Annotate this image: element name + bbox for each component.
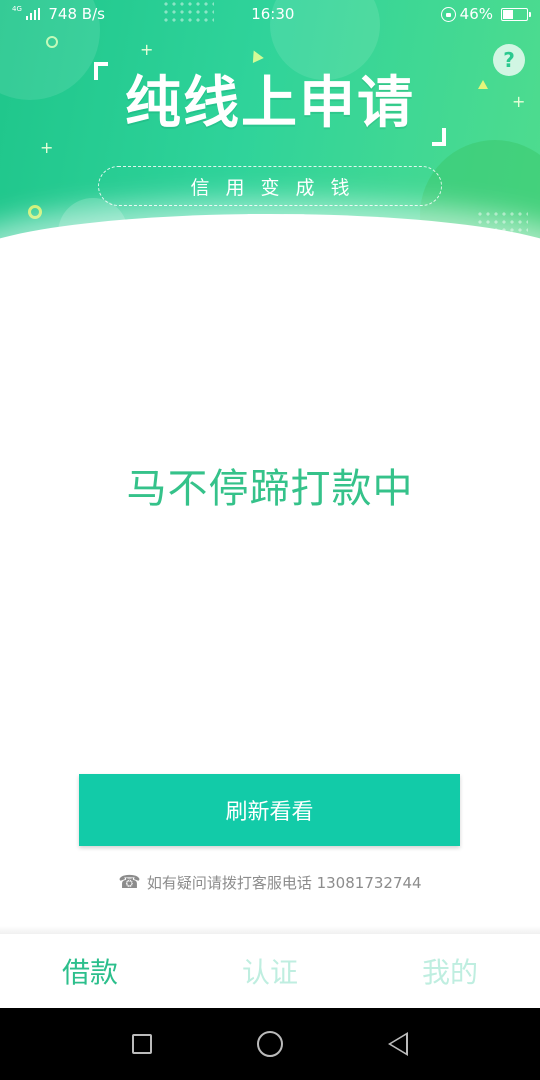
status-right: 46%	[440, 5, 531, 23]
status-left: 4G 748 B/s	[12, 5, 105, 23]
tab-verification[interactable]: 认证	[180, 951, 360, 991]
payout-status-message: 马不停蹄打款中	[126, 466, 414, 512]
decor-plus: +	[40, 138, 54, 157]
banner-tagline: 信用变成钱	[98, 166, 442, 206]
tab-loan[interactable]: 借款	[0, 951, 180, 991]
decor-ring	[28, 205, 42, 219]
refresh-button[interactable]: 刷新看看	[79, 774, 460, 846]
battery-fill	[503, 9, 514, 19]
tab-mine[interactable]: 我的	[360, 951, 540, 991]
system-nav-bar	[0, 1008, 540, 1080]
bottom-tabbar: 借款 认证 我的	[0, 934, 540, 1008]
status-bar: 4G 748 B/s 16:30 46%	[0, 0, 540, 28]
phone-icon: ☎	[118, 872, 141, 893]
battery-percent: 46%	[459, 5, 493, 23]
decor-plus: +	[140, 40, 154, 59]
decor-triangle	[478, 80, 488, 89]
rotation-lock-icon	[440, 6, 456, 22]
hotline-text: 如有疑问请拨打客服电话 13081732744	[146, 874, 422, 892]
question-icon: ?	[503, 48, 515, 72]
decor-plus: +	[512, 92, 526, 111]
network-speed: 748 B/s	[48, 5, 105, 23]
back-icon[interactable]	[387, 1032, 408, 1056]
tabbar-divider	[0, 926, 540, 934]
recents-icon[interactable]	[132, 1034, 153, 1054]
decor-triangle	[248, 47, 264, 64]
home-icon[interactable]	[256, 1031, 283, 1057]
banner-headline: 纯线上申请	[125, 71, 415, 136]
customer-service-hotline[interactable]: ☎ 如有疑问请拨打客服电话 13081732744	[0, 872, 540, 893]
decor-ring	[46, 36, 58, 48]
clock: 16:30	[251, 5, 295, 23]
network-type: 4G	[12, 5, 22, 13]
promo-banner[interactable]: + + + 纯线上申请 信用变成钱	[0, 0, 540, 262]
battery-icon	[501, 7, 531, 21]
signal-icon	[25, 8, 41, 20]
help-button[interactable]: ?	[493, 44, 525, 76]
